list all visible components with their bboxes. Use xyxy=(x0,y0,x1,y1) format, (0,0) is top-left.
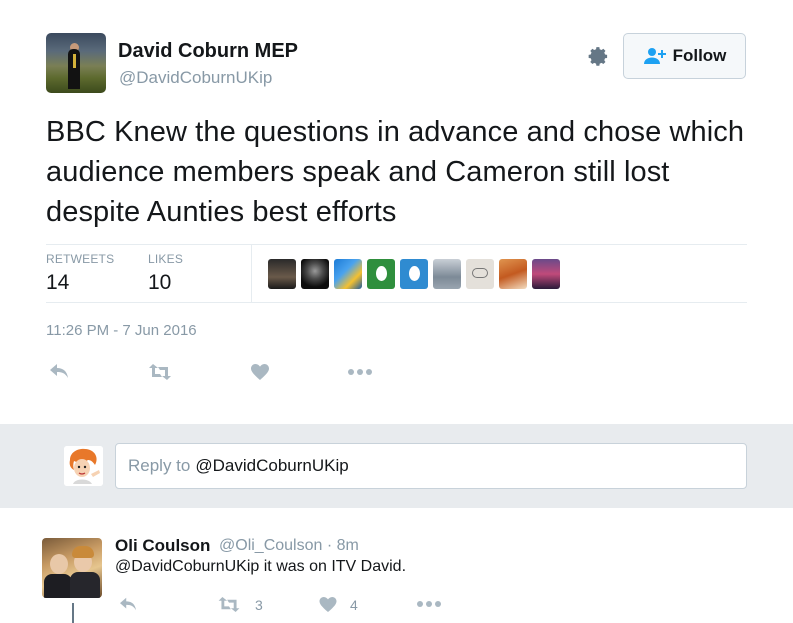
divider xyxy=(251,245,252,302)
reply-mention: @DavidCoburnUKip xyxy=(195,456,349,475)
author-handle[interactable]: @DavidCoburnUKip xyxy=(119,68,272,88)
like-icon[interactable] xyxy=(250,363,270,381)
author-avatar[interactable] xyxy=(46,33,106,93)
liker-avatar[interactable] xyxy=(499,259,527,289)
like-icon[interactable] xyxy=(318,596,338,613)
reply-icon[interactable] xyxy=(48,362,70,380)
reply-retweet-count[interactable]: 3 xyxy=(255,597,263,613)
tweet-text: BBC Knew the questions in advance and ch… xyxy=(46,116,745,228)
reply-author-handle-time[interactable]: @Oli_Coulson · 8m xyxy=(219,537,359,555)
liker-avatar[interactable] xyxy=(400,259,428,289)
liker-avatar[interactable] xyxy=(367,259,395,289)
likes-count[interactable]: 10 xyxy=(148,271,171,295)
thread-line xyxy=(72,603,74,623)
main-tweet: David Coburn MEP @DavidCoburnUKip Follow… xyxy=(0,0,793,424)
liker-avatars xyxy=(268,259,560,289)
retweets-label[interactable]: RETWEETS xyxy=(46,252,114,266)
liker-avatar[interactable] xyxy=(532,259,560,289)
liker-avatar[interactable] xyxy=(268,259,296,289)
liker-avatar[interactable] xyxy=(334,259,362,289)
divider xyxy=(46,244,747,245)
likes-label[interactable]: LIKES xyxy=(148,252,183,266)
more-icon[interactable] xyxy=(347,368,373,376)
retweet-icon[interactable] xyxy=(148,363,172,381)
more-icon[interactable] xyxy=(416,600,442,608)
reply-author-avatar[interactable] xyxy=(42,538,102,598)
tweet-timestamp[interactable]: 11:26 PM - 7 Jun 2016 xyxy=(46,322,197,339)
divider xyxy=(46,302,747,303)
reply-input[interactable]: Reply to @DavidCoburnUKip xyxy=(115,443,747,489)
reply-like-count[interactable]: 4 xyxy=(350,597,358,613)
reply-icon[interactable] xyxy=(118,596,138,612)
retweets-count[interactable]: 14 xyxy=(46,271,69,295)
gear-icon[interactable] xyxy=(584,43,610,69)
liker-avatar[interactable] xyxy=(301,259,329,289)
reply-author-name[interactable]: Oli Coulson xyxy=(115,536,210,556)
liker-avatar[interactable] xyxy=(466,259,494,289)
follow-button[interactable]: Follow xyxy=(623,33,746,79)
add-user-icon xyxy=(643,48,666,64)
author-name[interactable]: David Coburn MEP xyxy=(118,40,298,63)
retweet-icon[interactable] xyxy=(217,596,241,613)
follow-label: Follow xyxy=(672,46,727,65)
liker-avatar[interactable] xyxy=(433,259,461,289)
reply-placeholder: Reply to xyxy=(128,456,191,475)
current-user-avatar xyxy=(64,446,103,486)
reply-text: @DavidCoburnUKip it was on ITV David. xyxy=(115,558,407,575)
